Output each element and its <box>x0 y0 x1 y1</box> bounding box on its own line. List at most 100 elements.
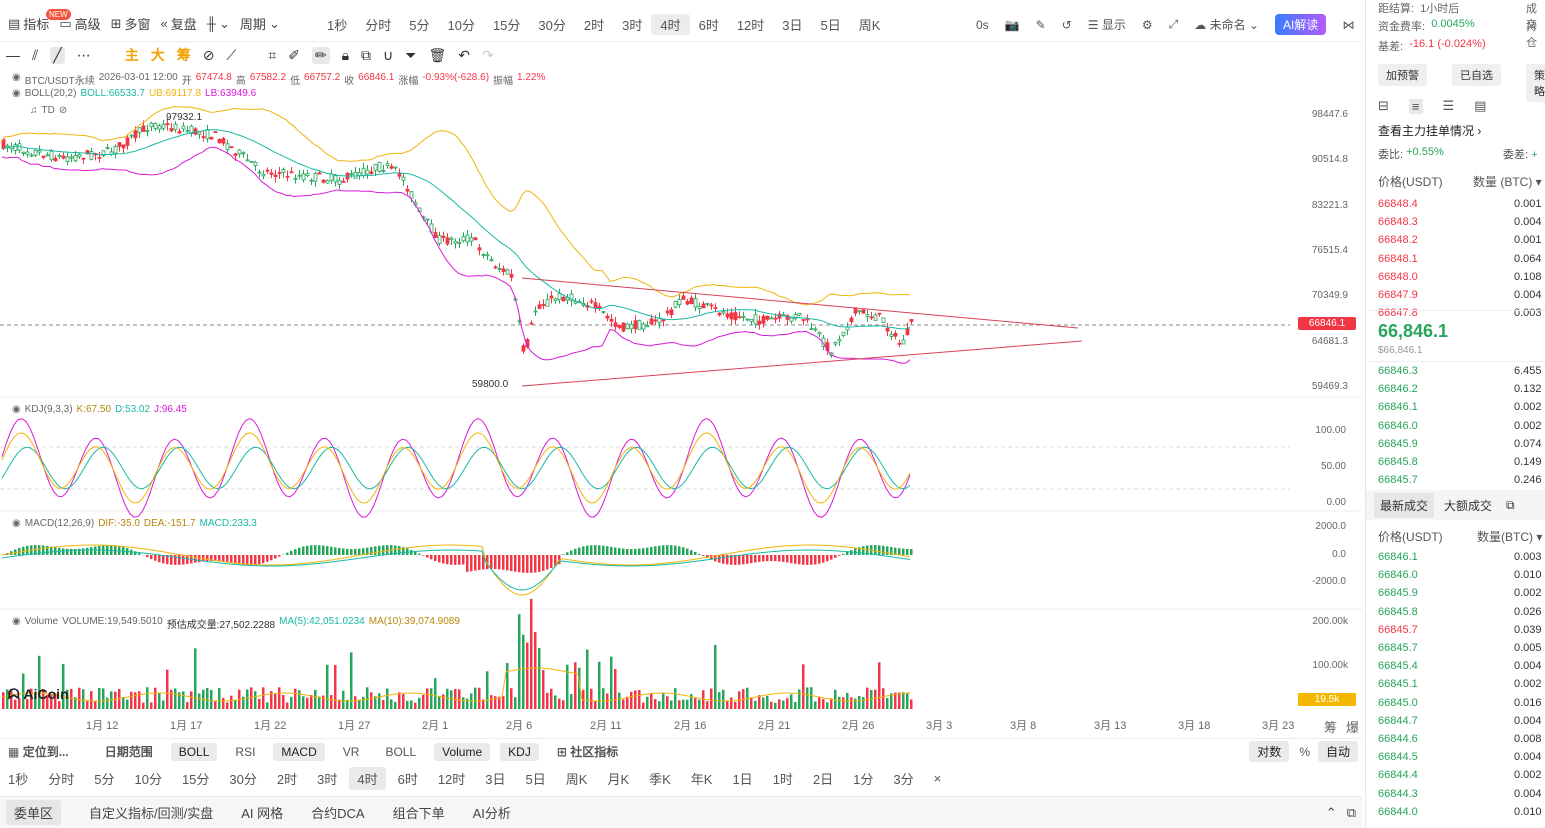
period-option[interactable]: 分时 <box>40 767 82 790</box>
period-option[interactable]: 年K <box>683 767 721 790</box>
period-option[interactable]: 月K <box>599 767 637 790</box>
period-dropdown[interactable]: 周期 ⌄ <box>240 14 280 33</box>
latest-trades-tab[interactable]: 最新成交 <box>1374 492 1435 518</box>
indicator-toggle[interactable]: Volume <box>434 742 491 761</box>
eye-icon[interactable]: ◉ <box>12 616 21 631</box>
period-option[interactable]: 5日 <box>518 767 554 790</box>
community-indicators-button[interactable]: ⊞ 社区指标 <box>549 741 626 762</box>
period-option[interactable]: 1秒 <box>0 767 36 790</box>
percent-scale-toggle[interactable]: % <box>1291 743 1318 761</box>
date-range-button[interactable]: 日期范围 <box>97 741 161 762</box>
footer-tab[interactable]: 自定义指标/回测/实盘 <box>89 803 213 822</box>
eye-icon[interactable]: ◉ <box>12 72 21 87</box>
settings-icon[interactable]: ⚙ <box>1142 18 1153 32</box>
period-option[interactable]: 6时 <box>390 767 426 790</box>
book-price[interactable]: 66846.2 <box>1378 383 1418 395</box>
footer-tab[interactable]: 委单区 <box>6 800 62 825</box>
period-option[interactable]: 3日 <box>477 767 513 790</box>
magnet-icon[interactable]: ∪ <box>383 47 393 64</box>
period-option[interactable]: 12时 <box>430 767 473 790</box>
period-option[interactable]: 3时 <box>309 767 345 790</box>
date-corner-label[interactable]: 爆 <box>1346 717 1359 736</box>
footer-tab[interactable]: AI分析 <box>473 803 511 822</box>
period-option[interactable]: 1时 <box>765 767 801 790</box>
brush-icon[interactable]: ✐ <box>288 47 300 64</box>
period-option[interactable]: 30分 <box>221 767 264 790</box>
period-tab[interactable]: 5日 <box>812 14 850 35</box>
indicator-toggle[interactable]: VR <box>335 743 368 761</box>
auto-scale-toggle[interactable]: 自动 <box>1317 741 1358 762</box>
date-corner-label[interactable]: 筹 <box>1324 717 1337 736</box>
period-tab[interactable]: 5分 <box>400 14 438 35</box>
undo-icon[interactable]: ↶ <box>458 47 470 64</box>
favorited-button[interactable]: 已自选 <box>1452 64 1501 86</box>
expand-icon[interactable]: ⧉ <box>1506 498 1515 513</box>
share-icon[interactable]: ⋈ <box>1342 18 1354 32</box>
period-option[interactable]: 2日 <box>805 767 841 790</box>
pen-icon[interactable]: ✎ <box>1036 18 1046 32</box>
period-tab[interactable]: 1秒 <box>318 14 356 35</box>
chips-button[interactable]: 筹 <box>177 45 191 65</box>
locate-button[interactable]: ▦ 定位到... <box>0 741 77 762</box>
book-price[interactable]: 66845.9 <box>1378 438 1418 450</box>
replay-button[interactable]: «复盘 <box>161 14 197 33</box>
indicator-toggle[interactable]: BOLL <box>377 743 424 761</box>
candle-type-button[interactable]: ╫ ⌄ <box>207 14 230 33</box>
period-tab[interactable]: 周K <box>850 14 890 35</box>
book-price[interactable]: 66848.3 <box>1378 216 1418 228</box>
fullscreen-icon[interactable]: ⤢ <box>1169 17 1179 32</box>
book-price[interactable]: 66846.1 <box>1378 401 1418 413</box>
main-force-button[interactable]: 主 <box>125 45 139 65</box>
eye-icon[interactable]: ◉ <box>12 518 21 529</box>
period-tab[interactable]: 6时 <box>690 14 728 35</box>
lock-icon[interactable]: 🔒︎ <box>342 47 349 64</box>
period-option[interactable]: 1日 <box>724 767 760 790</box>
period-tab[interactable]: 12时 <box>728 14 773 35</box>
book-both-icon[interactable]: ⊟ <box>1378 98 1389 114</box>
large-trades-tab[interactable]: 大额成交 <box>1434 493 1502 518</box>
horizontal-line-icon[interactable]: — <box>6 47 20 63</box>
pattern-icon[interactable]: ⊘ <box>203 47 215 64</box>
select-icon[interactable]: ⌗ <box>268 47 276 64</box>
period-option[interactable]: 1分 <box>845 767 881 790</box>
parallel-lines-icon[interactable]: ⫽ <box>32 47 38 64</box>
marker-icon[interactable]: ✏ <box>311 46 330 64</box>
period-option[interactable]: 周K <box>558 767 596 790</box>
book-price[interactable]: 66848.2 <box>1378 234 1418 246</box>
period-option[interactable]: 季K <box>641 767 679 790</box>
period-tab[interactable]: 3时 <box>613 14 651 35</box>
log-scale-toggle[interactable]: 对数 <box>1249 741 1290 762</box>
qty-header[interactable]: 数量 (BTC) ▾ <box>1473 173 1542 190</box>
close-icon[interactable]: × <box>926 769 950 788</box>
indicator-toggle[interactable]: KDJ <box>500 742 539 761</box>
book-price[interactable]: 66847.9 <box>1378 289 1418 301</box>
book-price[interactable]: 66846.3 <box>1378 365 1418 377</box>
collapse-up-icon[interactable]: ⌃ <box>1326 805 1337 821</box>
footer-tab[interactable]: AI 网格 <box>241 803 283 822</box>
book-price[interactable]: 66848.0 <box>1378 271 1418 283</box>
book-price[interactable]: 66846.0 <box>1378 420 1418 432</box>
period-option[interactable]: 4时 <box>349 766 386 790</box>
multi-window-button[interactable]: ⊞ 多窗 <box>111 14 151 33</box>
trash-icon[interactable]: 🗑︎ <box>429 47 447 64</box>
footer-tab[interactable]: 合约DCA <box>311 803 364 822</box>
indicator-toggle[interactable]: MACD <box>273 742 325 761</box>
book-depth-icon[interactable]: ▤ <box>1474 98 1486 114</box>
book-price[interactable]: 66845.7 <box>1378 474 1418 486</box>
camera-icon[interactable]: 📷 <box>1005 18 1020 32</box>
add-alert-button[interactable]: 加预警 <box>1378 64 1427 86</box>
period-tab[interactable]: 4时 <box>651 14 690 35</box>
indicators-button[interactable]: ▤ 指标 <box>8 14 49 33</box>
redo-icon[interactable]: ↷ <box>482 47 494 64</box>
indicator-toggle[interactable]: RSI <box>227 743 263 761</box>
eye-icon[interactable]: ◉ <box>12 88 21 99</box>
period-option[interactable]: 15分 <box>174 767 217 790</box>
trend-line-icon[interactable]: ╱ <box>50 46 65 64</box>
large-order-button[interactable]: 大 <box>151 45 165 65</box>
filter-icon[interactable]: ⏷ <box>405 47 416 64</box>
strategy-button[interactable]: 策略 <box>1526 64 1545 102</box>
dotted-line-icon[interactable]: ⋯ <box>77 47 91 64</box>
undo-icon[interactable]: ↺ <box>1062 18 1072 32</box>
period-option[interactable]: 2时 <box>269 767 305 790</box>
period-tab[interactable]: 30分 <box>529 14 574 35</box>
